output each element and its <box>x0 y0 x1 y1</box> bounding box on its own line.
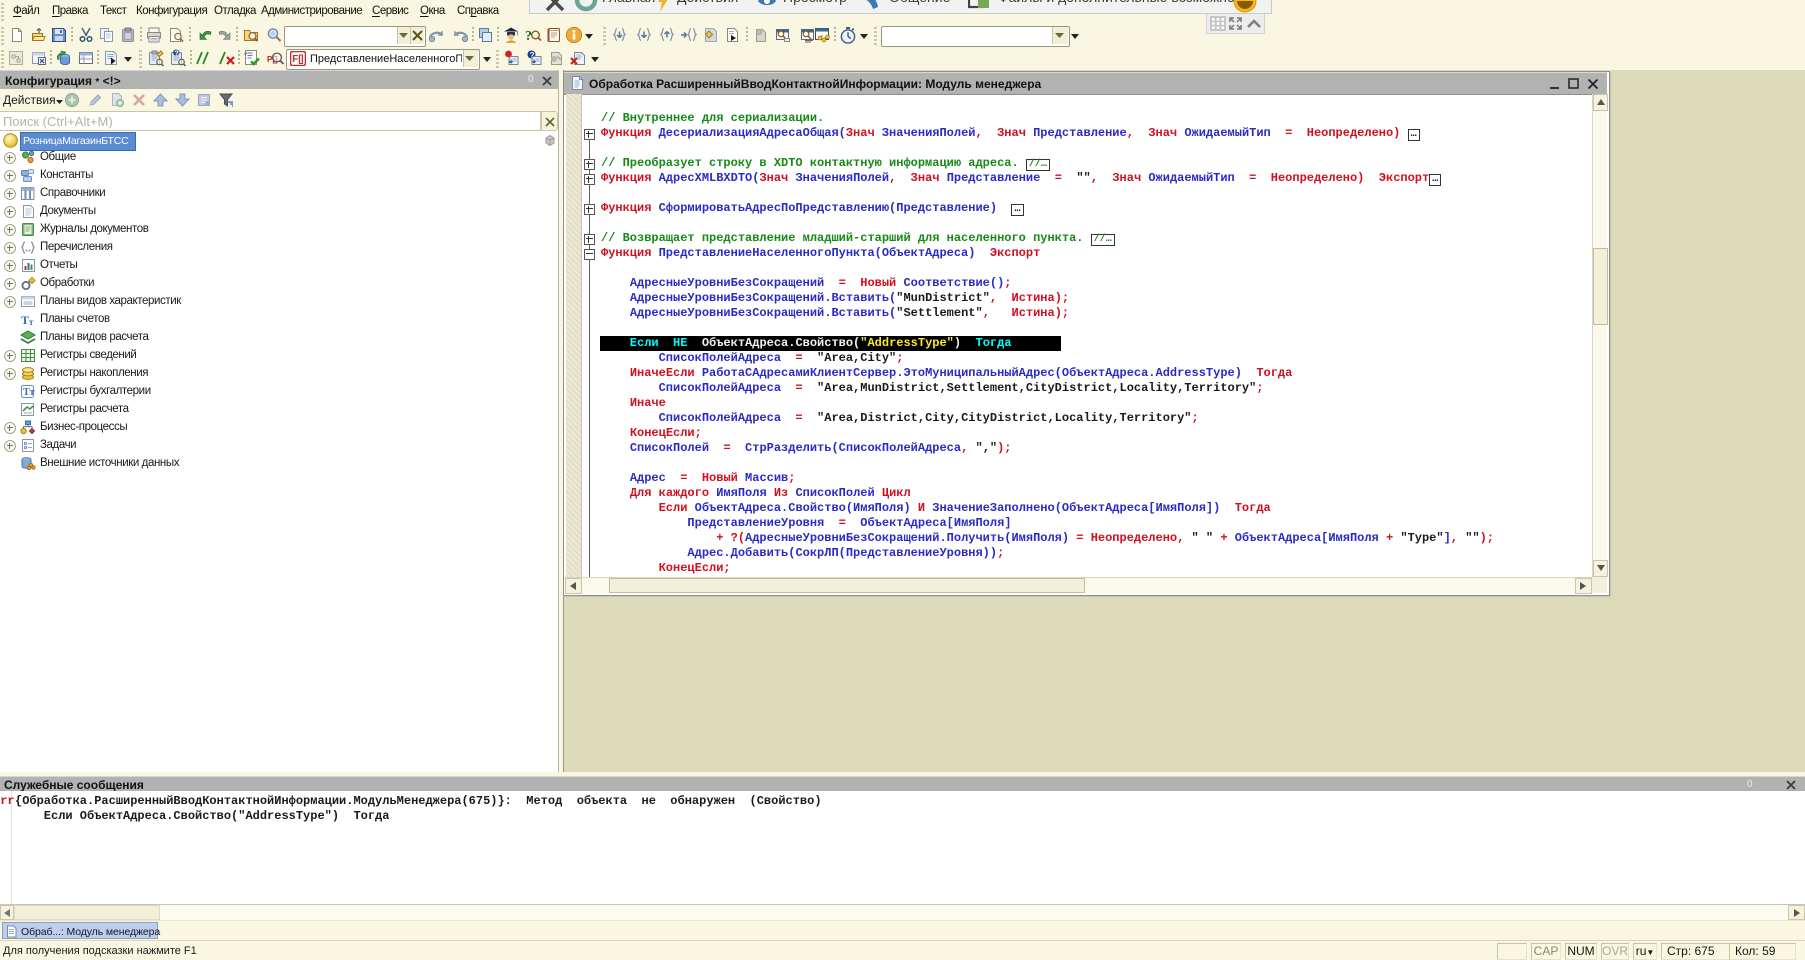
svg-text:т: т <box>29 317 34 327</box>
svg-text:Т: Т <box>21 313 29 327</box>
svg-text:?: ? <box>525 29 532 43</box>
svg-text:?: ? <box>174 51 178 58</box>
svg-text:]: ] <box>300 54 303 65</box>
svg-text:Тт: Тт <box>23 387 35 398</box>
